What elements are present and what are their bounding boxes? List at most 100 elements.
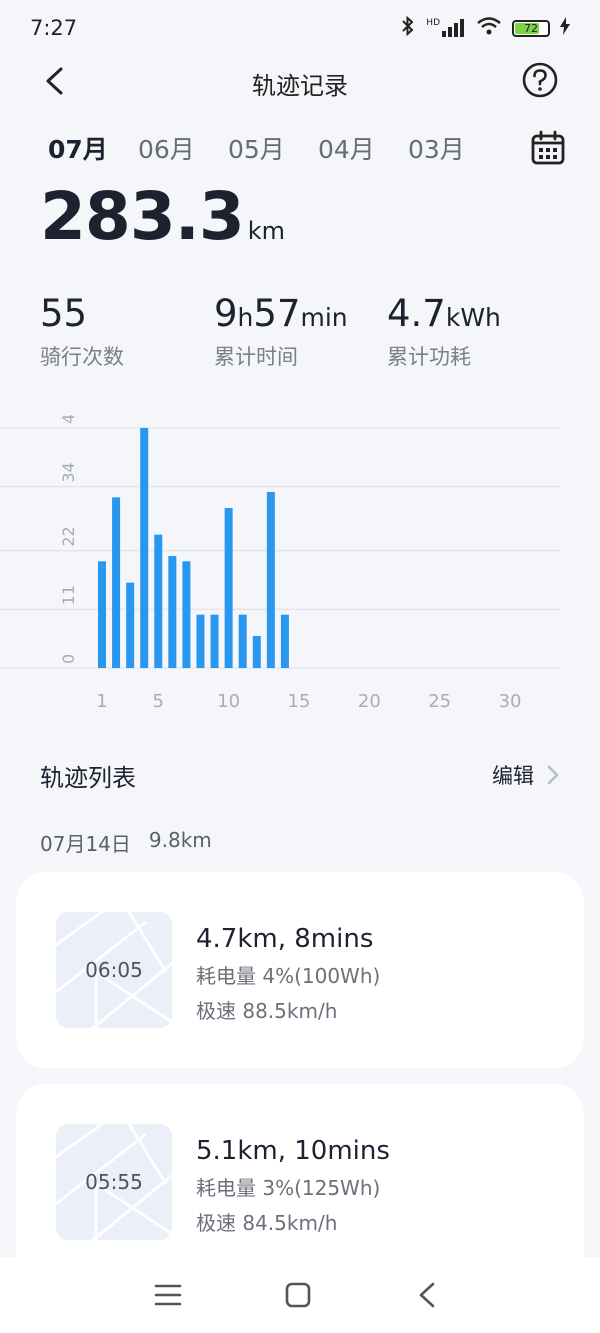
chart-bar [154, 534, 163, 668]
chart-y-tick-label: 11 [59, 585, 78, 605]
trip-info: 4.7km, 8mins 耗电量 4%(100Wh) 极速 88.5km/h [196, 924, 380, 1024]
stat-rides-value: 55 [40, 292, 88, 335]
track-list-title: 轨迹列表 [40, 764, 136, 792]
stat-time-h-unit: h [237, 303, 254, 332]
menu-icon [154, 1284, 182, 1306]
home-square-icon [285, 1282, 311, 1308]
daily-distance-chart: 011223445 151015202530 [0, 415, 600, 725]
status-icons: HD 72 [400, 15, 570, 41]
back-chevron-icon [419, 1282, 435, 1308]
network-type: HD [426, 18, 440, 28]
trip-card[interactable]: 06:05 4.7km, 8mins 耗电量 4%(100Wh) 极速 88.5… [16, 872, 584, 1068]
wifi-icon [476, 16, 502, 41]
day-summary: 07月14日 9.8km [40, 828, 212, 857]
chart-x-ticks: 1 5 10 15 20 25 30 [96, 691, 521, 712]
calendar-button[interactable] [530, 130, 566, 166]
system-back-button[interactable] [412, 1279, 444, 1311]
tab-month-07[interactable]: 07月 [48, 130, 138, 166]
stat-time-label: 累计时间 [214, 345, 298, 369]
day-date: 07月14日 [40, 832, 131, 856]
chart-bar [210, 614, 219, 668]
status-bar: 7:27 HD 72 [0, 0, 600, 56]
chart-x-tick-label: 15 [288, 691, 311, 712]
help-button[interactable] [521, 61, 559, 99]
edit-label: 编辑 [492, 764, 534, 788]
trip-power: 耗电量 3%(125Wh) [196, 1176, 381, 1200]
trip-power: 耗电量 4%(100Wh) [196, 964, 381, 988]
signal-icon: HD [426, 18, 466, 37]
trip-start-time: 06:05 [85, 958, 143, 982]
chart-bar [238, 614, 247, 668]
track-list-header: 轨迹列表 编辑 [40, 758, 560, 792]
chart-bar [98, 561, 106, 668]
trip-title: 4.7km, 8mins [196, 924, 374, 954]
chart-x-tick-label: 20 [358, 691, 381, 712]
chart-bar [266, 492, 275, 668]
tab-month-03[interactable]: 03月 [408, 130, 498, 166]
stat-time-min-unit: min [300, 303, 348, 332]
trip-speed: 极速 84.5km/h [196, 1211, 338, 1235]
battery-level: 72 [524, 21, 538, 35]
tab-month-05[interactable]: 05月 [228, 130, 318, 166]
stat-rides: 55 骑行次数 [40, 292, 124, 371]
calendar-icon [531, 130, 565, 165]
trip-card[interactable]: 05:55 5.1km, 10mins 耗电量 3%(125Wh) 极速 84.… [16, 1084, 584, 1280]
month-tabs: 07月 06月 05月 04月 03月 [48, 130, 498, 166]
edit-button[interactable]: 编辑 [492, 760, 560, 790]
stat-rides-label: 骑行次数 [40, 345, 124, 369]
chart-y-ticks: 0 11 22 34 45 [59, 415, 78, 664]
trip-speed: 极速 88.5km/h [196, 999, 338, 1023]
day-distance: 9.8km [148, 828, 212, 852]
chart-grid [0, 427, 560, 669]
chart-y-tick-label: 22 [59, 526, 78, 546]
question-icon [522, 62, 558, 98]
stat-energy-unit: kWh [445, 303, 501, 332]
menu-button[interactable] [152, 1279, 184, 1311]
chart-bar [140, 428, 149, 668]
total-distance: 283.3 km [40, 178, 285, 255]
total-distance-value: 283.3 [40, 178, 245, 255]
battery-icon: 72 [512, 19, 550, 37]
chart-x-tick-label: 30 [499, 691, 522, 712]
system-nav-bar [0, 1257, 600, 1333]
trip-info: 5.1km, 10mins 耗电量 3%(125Wh) 极速 84.5km/h [196, 1136, 390, 1236]
tab-month-06[interactable]: 06月 [138, 130, 228, 166]
stat-time: 9h57min 累计时间 [214, 292, 348, 371]
stat-energy: 4.7kWh 累计功耗 [387, 292, 501, 371]
charging-icon [560, 16, 570, 40]
chart-x-tick-label: 5 [153, 691, 164, 712]
home-button[interactable] [282, 1279, 314, 1311]
chart-bar [182, 561, 191, 668]
stat-time-minutes: 57 [253, 292, 301, 335]
stat-time-hours: 9 [214, 292, 238, 335]
stat-energy-value: 4.7kWh [387, 292, 501, 335]
trip-title: 5.1km, 10mins [196, 1136, 390, 1166]
tab-month-04[interactable]: 04月 [318, 130, 408, 166]
chart-bar [196, 614, 205, 668]
stats-row: 55 骑行次数 9h57min 累计时间 4.7kWh 累计功耗 [40, 292, 580, 372]
chart-bar [252, 636, 261, 668]
trip-map-thumbnail: 06:05 [56, 912, 172, 1028]
page-title: 轨迹记录 [252, 72, 348, 100]
chevron-right-icon [547, 765, 559, 785]
chart-y-tick-label: 0 [59, 654, 78, 664]
chart-bar [112, 497, 121, 668]
chart-bar [126, 582, 135, 668]
total-distance-unit: km [247, 217, 286, 245]
chart-svg: 011223445 151015202530 [0, 415, 560, 712]
chart-y-tick-label: 45 [59, 415, 78, 424]
chart-x-tick-label: 10 [217, 691, 240, 712]
chart-bars [98, 428, 289, 668]
bluetooth-icon [400, 15, 416, 41]
stat-energy-label: 累计功耗 [387, 345, 471, 369]
status-time: 7:27 [30, 16, 78, 40]
trip-start-time: 05:55 [85, 1170, 143, 1194]
chart-bar [168, 556, 177, 668]
chart-bar [280, 614, 289, 668]
chart-bar [224, 508, 233, 668]
trip-map-thumbnail: 05:55 [56, 1124, 172, 1240]
chart-x-tick-label: 1 [96, 691, 107, 712]
chart-x-tick-label: 25 [428, 691, 451, 712]
nav-bar: 轨迹记录 [0, 56, 600, 106]
stat-energy-number: 4.7 [387, 292, 446, 335]
